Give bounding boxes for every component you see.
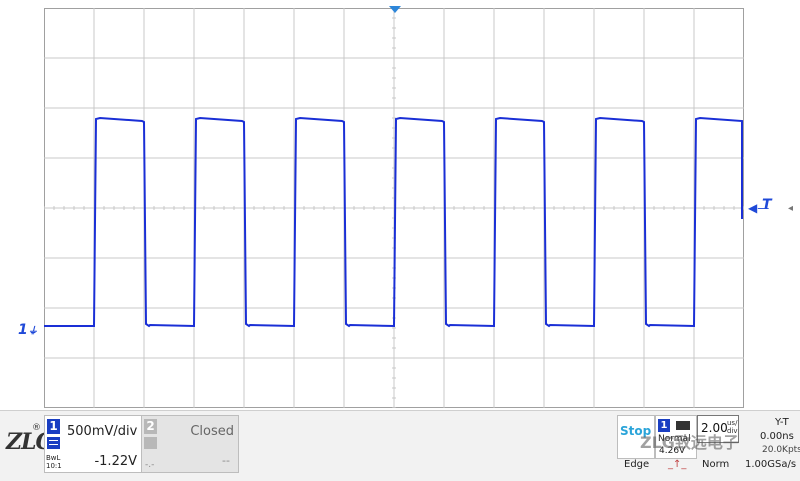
channel2-extra: -.- — [145, 460, 155, 470]
registered-mark: ® — [32, 423, 41, 433]
channel2-panel[interactable]: 2 Closed -.- -- — [141, 415, 239, 473]
trigger-position-marker[interactable] — [389, 6, 401, 13]
channel1-ground-marker[interactable]: 1⏚ — [18, 322, 38, 338]
channel1-waveform — [44, 116, 743, 328]
trigger-type-label: Edge — [624, 459, 650, 470]
channel1-marker-label: 1 — [18, 322, 28, 338]
channel1-panel[interactable]: 1 BwL 10:1 500mV/div -1.22V — [44, 415, 142, 473]
memory-depth: 20.0Kpts — [762, 445, 800, 455]
channel2-status: Closed — [190, 424, 234, 439]
channel2-offset: -- — [222, 454, 230, 467]
horizontal-delay: 0.00ns — [760, 431, 794, 442]
channel1-bandwidth-probe: BwL 10:1 — [46, 454, 62, 470]
channel2-number: 2 — [144, 419, 157, 434]
dc-coupling-icon — [47, 437, 60, 449]
timebase-unit-top: us/ — [727, 419, 738, 427]
display-mode[interactable]: Y-T — [775, 417, 789, 428]
waveform-grid — [44, 8, 744, 408]
channel1-scale: 500mV/div — [67, 424, 138, 439]
coupling-icon — [144, 437, 157, 449]
channel1-offset: -1.22V — [94, 454, 137, 469]
rising-edge-icon: _↑_ — [668, 459, 687, 470]
bandwidth-limit-label: BwL — [46, 454, 61, 462]
scroll-right-icon[interactable]: ◂ — [788, 203, 793, 214]
channel1-number: 1 — [47, 419, 60, 434]
trigger-level-marker[interactable]: T — [762, 197, 772, 213]
status-bar: ZLG ® 1 BwL 10:1 500mV/div -1.22V 2 Close… — [0, 410, 800, 481]
timebase-mode: Norm — [702, 459, 730, 470]
watermark: ZLG致远电子 — [640, 433, 739, 452]
ground-icon: ⏚ — [27, 326, 38, 337]
probe-ratio-label: 10:1 — [46, 462, 62, 470]
sample-rate: 1.00GSa/s — [745, 459, 797, 470]
oscilloscope-screen: 1⏚ ◀— T ◂ — [0, 0, 800, 410]
